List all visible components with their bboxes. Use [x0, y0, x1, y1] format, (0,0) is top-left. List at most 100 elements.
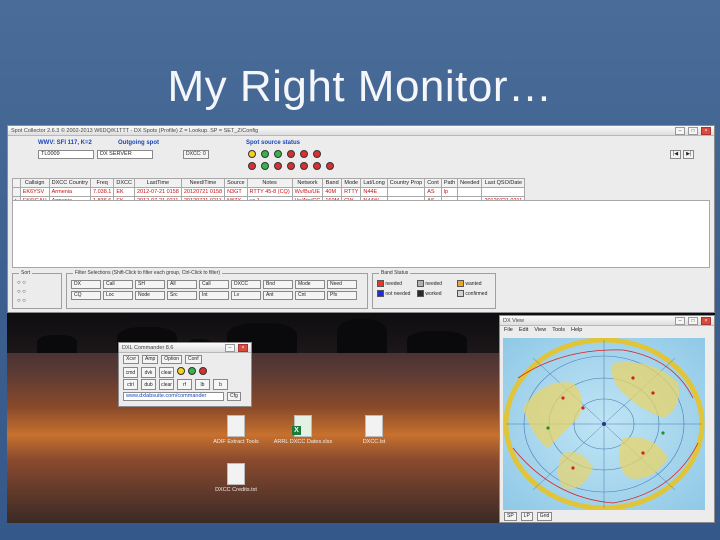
command-button[interactable]: dvk [141, 367, 156, 378]
filter-button[interactable]: SH [135, 280, 165, 289]
sort-radio[interactable]: ○ ○ [17, 280, 26, 286]
desktop-icon[interactable]: DXCC.lst [344, 415, 404, 445]
column-header[interactable]: LastTime [133, 178, 182, 188]
config-button[interactable]: Cfg [227, 392, 241, 401]
column-header[interactable]: Lat/Long [360, 178, 388, 188]
table-cell[interactable]: 7.038.1 [89, 187, 115, 197]
column-header[interactable]: Mode [341, 178, 362, 188]
filter-button[interactable]: Int [199, 291, 229, 300]
table-cell[interactable]: Armenia [48, 187, 91, 197]
command-button[interactable]: rf [177, 379, 192, 390]
filter-button[interactable]: Pfx [327, 291, 357, 300]
command-button[interactable]: cmd [123, 367, 138, 378]
filter-button[interactable]: Src [167, 291, 197, 300]
close-button[interactable]: × [701, 126, 711, 135]
column-header[interactable]: Country Prop [386, 178, 426, 188]
tab-option[interactable]: Option [161, 355, 183, 364]
table-cell[interactable]: EK [113, 187, 135, 197]
callsign-field[interactable]: TL0009 [38, 150, 94, 159]
minimize-button[interactable]: – [675, 126, 685, 135]
table-cell[interactable] [481, 187, 526, 197]
command-button[interactable]: ctrl [123, 379, 138, 390]
column-header[interactable]: Callsign [19, 178, 50, 188]
filter-button[interactable]: DXCC [231, 280, 261, 289]
sort-radio[interactable]: ○ ○ [17, 289, 26, 295]
command-button[interactable]: lb [195, 379, 210, 390]
tab-amp[interactable]: Amp [142, 355, 159, 364]
filter-button[interactable]: DX [71, 280, 101, 289]
table-cell[interactable]: RTTY 45-8 (CQ) [246, 187, 293, 197]
filter-button[interactable]: Mode [295, 280, 325, 289]
filter-button[interactable]: Ant [263, 291, 293, 300]
filter-button[interactable]: Loc [103, 291, 133, 300]
sort-radio[interactable]: ○ ○ [17, 298, 26, 304]
table-cell[interactable]: lp [440, 187, 459, 197]
column-header[interactable]: Last QSO/Date [481, 178, 526, 188]
filter-button[interactable]: Cnt [295, 291, 325, 300]
filter-button[interactable]: Node [135, 291, 165, 300]
column-header[interactable]: Network [291, 178, 324, 188]
tab-conf[interactable]: Conf [185, 355, 202, 364]
map-status-lp[interactable]: LP [520, 512, 533, 521]
filter-button[interactable]: Call [199, 280, 229, 289]
desktop-icon[interactable]: ARRL DXCC Dates.xlsx [273, 415, 333, 445]
menu-view[interactable]: View [534, 327, 546, 333]
menu-help[interactable]: Help [571, 327, 582, 333]
map-titlebar[interactable]: DX View – □ × [500, 316, 714, 326]
maximize-button[interactable]: □ [688, 126, 698, 135]
column-header[interactable]: Path [440, 178, 459, 188]
close-button[interactable]: × [238, 343, 248, 352]
map-status-sp[interactable]: SP [504, 512, 517, 521]
table-row[interactable]: EK6YSV Armenia 7.038.1 EK 2012-07-21 015… [12, 187, 526, 197]
main-titlebar[interactable]: Spot Collector 2.6.3 © 2002-2013 W6DQ/K1… [8, 126, 714, 136]
menu-file[interactable]: File [504, 327, 513, 333]
command-button[interactable]: dub [141, 379, 156, 390]
filter-button[interactable]: CQ [71, 291, 101, 300]
table-cell[interactable]: AS [424, 187, 442, 197]
filter-button[interactable]: Need [327, 280, 357, 289]
spot-list-area[interactable] [12, 200, 710, 268]
filter-button[interactable]: Call [103, 280, 133, 289]
column-header[interactable]: Notes [246, 178, 293, 188]
command-button[interactable]: clear [159, 379, 174, 390]
column-header[interactable]: DXCC [113, 178, 135, 188]
command-button[interactable]: b [213, 379, 228, 390]
table-cell[interactable]: 2012-07-21 0158 [133, 187, 182, 197]
minimize-button[interactable]: – [675, 316, 685, 325]
menu-tools[interactable]: Tools [552, 327, 565, 333]
filter-button[interactable]: All [167, 280, 197, 289]
table-cell[interactable]: 20120721 0158 [180, 187, 226, 197]
spot-server-field[interactable]: DX SERVER [97, 150, 153, 159]
column-header[interactable]: Cont [424, 178, 442, 188]
filter-button[interactable]: Lv [231, 291, 261, 300]
filter-button[interactable]: Bnd [263, 280, 293, 289]
desktop-icon[interactable]: ADIF Extract Tools [206, 415, 266, 445]
sort-panel: Sort ○ ○ ○ ○ ○ ○ [12, 270, 62, 309]
minimize-button[interactable]: – [225, 343, 235, 352]
table-cell[interactable]: EK6YSV [19, 187, 50, 197]
menu-edit[interactable]: Edit [519, 327, 528, 333]
commander-titlebar[interactable]: DXL Commander 8.6 – × [119, 343, 251, 353]
table-cell[interactable] [457, 187, 483, 197]
world-map[interactable] [503, 338, 705, 510]
maximize-button[interactable]: □ [688, 316, 698, 325]
map-status-grid[interactable]: Grid [536, 512, 553, 521]
last-arrow-icon[interactable]: ▶| [683, 150, 695, 159]
column-header[interactable]: Freq [89, 178, 115, 188]
table-cell[interactable]: RTTY [341, 187, 362, 197]
column-header[interactable]: DXCC Country [48, 178, 91, 188]
table-cell[interactable]: Wv/Bu/UE [291, 187, 324, 197]
column-header[interactable]: Needed [457, 178, 483, 188]
tab-xcvr[interactable]: Xcvr [123, 355, 139, 364]
table-cell[interactable]: N3GT [224, 187, 248, 197]
column-header[interactable]: Source [224, 178, 248, 188]
table-cell[interactable] [386, 187, 426, 197]
table-cell[interactable]: N44E [360, 187, 388, 197]
first-arrow-icon[interactable]: |◀ [670, 150, 682, 159]
table-cell[interactable]: 40M [322, 187, 343, 197]
desktop-icon[interactable]: DXCC Credits.txt [206, 463, 266, 493]
close-button[interactable]: × [701, 316, 711, 325]
column-header[interactable]: Need/Time [180, 178, 226, 188]
command-button[interactable]: clear [159, 367, 174, 378]
column-header[interactable]: Band [322, 178, 343, 188]
